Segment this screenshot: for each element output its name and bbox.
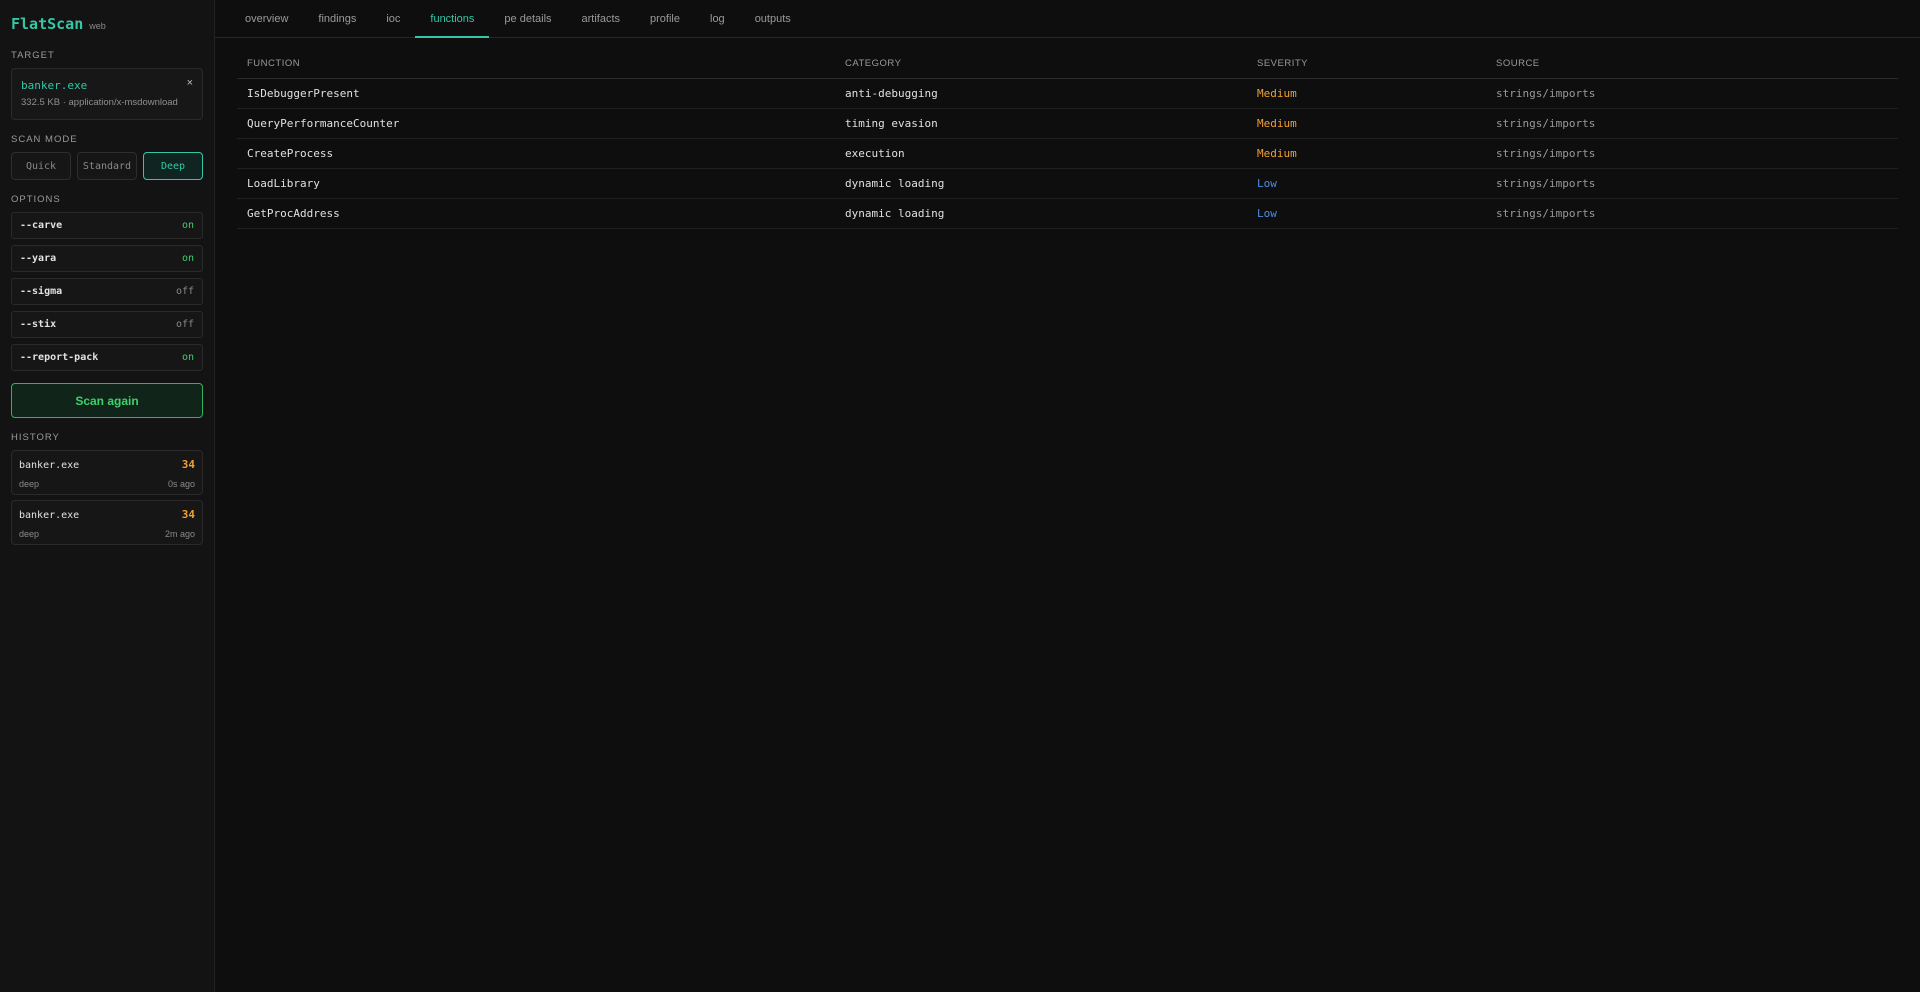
scan-mode-quick[interactable]: Quick bbox=[11, 152, 71, 180]
table-row: CreateProcess execution Medium strings/impo… bbox=[237, 138, 1898, 169]
target-card: banker.exe 332.5 KB · application/x-msdo… bbox=[11, 68, 203, 120]
functions-table-container: FUNCTION CATEGORY SEVERITY SOURCE IsDebugge… bbox=[215, 38, 1920, 229]
tab-outputs[interactable]: outputs bbox=[740, 0, 806, 37]
option-state: on bbox=[181, 220, 194, 231]
column-header-function: FUNCTION bbox=[237, 58, 835, 79]
main-panel: overview findings ioc functions pe details ar… bbox=[215, 0, 1920, 992]
column-header-severity: SEVERITY bbox=[1247, 58, 1486, 79]
scan-mode-standard[interactable]: Standard bbox=[77, 152, 137, 180]
option-state: off bbox=[175, 286, 194, 297]
close-icon[interactable]: × bbox=[187, 77, 193, 89]
cell-category: execution bbox=[835, 138, 1247, 169]
history-score: 34 bbox=[181, 458, 195, 471]
option-name: --carve bbox=[20, 220, 63, 231]
table-row: LoadLibrary dynamic loading Low strings/imp… bbox=[237, 168, 1898, 199]
scan-mode-label: SCAN MODE bbox=[11, 134, 78, 145]
table-row: IsDebuggerPresent anti-debugging Medium str… bbox=[237, 78, 1898, 109]
app-tag: web bbox=[89, 21, 106, 31]
functions-table: FUNCTION CATEGORY SEVERITY SOURCE IsDebugge… bbox=[237, 58, 1898, 229]
history-item[interactable]: banker.exe 34 deep 2m ago bbox=[11, 500, 203, 545]
table-row: GetProcAddress dynamic loading Low strings/… bbox=[237, 198, 1898, 229]
option-toggle[interactable]: --carve on bbox=[11, 212, 203, 239]
cell-category: timing evasion bbox=[835, 108, 1247, 139]
option-state: on bbox=[181, 352, 194, 363]
option-name: --stix bbox=[20, 319, 57, 330]
history-file-name: banker.exe bbox=[19, 510, 80, 521]
history-time: 2m ago bbox=[164, 529, 195, 539]
cell-category: dynamic loading bbox=[835, 168, 1247, 199]
target-file-name: banker.exe bbox=[21, 79, 88, 92]
cell-severity: Low bbox=[1247, 168, 1486, 199]
cell-source: strings/imports bbox=[1486, 78, 1898, 109]
option-toggle[interactable]: --sigma off bbox=[11, 278, 203, 305]
tab-profile[interactable]: profile bbox=[635, 0, 695, 37]
cell-source: strings/imports bbox=[1486, 168, 1898, 199]
history-score: 34 bbox=[181, 508, 195, 521]
cell-source: strings/imports bbox=[1486, 198, 1898, 229]
tab-ioc[interactable]: ioc bbox=[371, 0, 415, 37]
cell-function: QueryPerformanceCounter bbox=[237, 108, 835, 139]
scan-again-button[interactable]: Scan again bbox=[11, 383, 203, 418]
scan-mode-selector: Quick Standard Deep bbox=[11, 152, 203, 180]
tab-artifacts[interactable]: artifacts bbox=[567, 0, 636, 37]
option-name: --sigma bbox=[20, 286, 63, 297]
history-label: HISTORY bbox=[11, 432, 60, 443]
option-state: off bbox=[175, 319, 194, 330]
target-file-meta: 332.5 KB · application/x-msdownload bbox=[21, 97, 178, 108]
history-list: banker.exe 34 deep 0s ago banker.exe 34 deep 2m… bbox=[11, 450, 203, 545]
tab-pe-details[interactable]: pe details bbox=[489, 0, 566, 37]
options-list: --carve on --yara on --sigma off --stix off --re… bbox=[11, 212, 203, 371]
scan-mode-deep[interactable]: Deep bbox=[143, 152, 203, 180]
cell-function: GetProcAddress bbox=[237, 198, 835, 229]
cell-source: strings/imports bbox=[1486, 138, 1898, 169]
brand: FlatScan web bbox=[11, 0, 203, 44]
cell-severity: Low bbox=[1247, 198, 1486, 229]
history-mode: deep bbox=[19, 529, 40, 539]
tab-overview[interactable]: overview bbox=[230, 0, 303, 37]
target-section-label: TARGET bbox=[11, 50, 55, 61]
table-header-row: FUNCTION CATEGORY SEVERITY SOURCE bbox=[237, 58, 1898, 79]
option-state: on bbox=[181, 253, 194, 264]
tab-functions[interactable]: functions bbox=[415, 0, 490, 38]
column-header-source: SOURCE bbox=[1486, 58, 1898, 79]
option-name: --report-pack bbox=[20, 352, 99, 363]
option-toggle[interactable]: --stix off bbox=[11, 311, 203, 338]
cell-function: CreateProcess bbox=[237, 138, 835, 169]
cell-function: LoadLibrary bbox=[237, 168, 835, 199]
cell-category: anti-debugging bbox=[835, 78, 1247, 109]
option-toggle[interactable]: --report-pack on bbox=[11, 344, 203, 371]
table-body: IsDebuggerPresent anti-debugging Medium str… bbox=[237, 78, 1898, 229]
cell-severity: Medium bbox=[1247, 108, 1486, 139]
cell-function: IsDebuggerPresent bbox=[237, 78, 835, 109]
tab-bar: overview findings ioc functions pe details ar… bbox=[215, 0, 1920, 38]
options-label: OPTIONS bbox=[11, 194, 61, 205]
sidebar: FlatScan web TARGET banker.exe 332.5 KB … bbox=[0, 0, 215, 992]
option-name: --yara bbox=[20, 253, 57, 264]
history-item[interactable]: banker.exe 34 deep 0s ago bbox=[11, 450, 203, 495]
cell-severity: Medium bbox=[1247, 138, 1486, 169]
history-item-bottom: deep 2m ago bbox=[19, 529, 195, 539]
history-file-name: banker.exe bbox=[19, 460, 80, 471]
cell-category: dynamic loading bbox=[835, 198, 1247, 229]
history-item-top: banker.exe 34 bbox=[19, 508, 195, 521]
table-row: QueryPerformanceCounter timing evasion Med… bbox=[237, 108, 1898, 139]
column-header-category: CATEGORY bbox=[835, 58, 1247, 79]
history-mode: deep bbox=[19, 479, 40, 489]
cell-severity: Medium bbox=[1247, 78, 1486, 109]
cell-source: strings/imports bbox=[1486, 108, 1898, 139]
option-toggle[interactable]: --yara on bbox=[11, 245, 203, 272]
history-time: 0s ago bbox=[167, 479, 195, 489]
tab-findings[interactable]: findings bbox=[303, 0, 371, 37]
tab-log[interactable]: log bbox=[695, 0, 740, 37]
app-logo: FlatScan bbox=[11, 15, 84, 33]
history-item-bottom: deep 0s ago bbox=[19, 479, 195, 489]
history-item-top: banker.exe 34 bbox=[19, 458, 195, 471]
